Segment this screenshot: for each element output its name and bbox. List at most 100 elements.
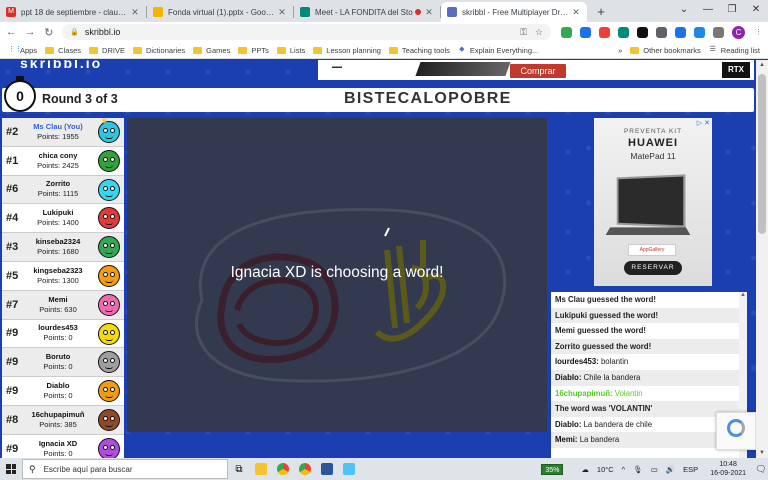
taskbar-search[interactable]: ⚲ Escribe aquí para buscar bbox=[22, 459, 228, 479]
weather-icon[interactable]: ☁ bbox=[581, 465, 589, 474]
language-indicator[interactable]: ESP bbox=[683, 465, 698, 474]
page-scrollbar[interactable]: ▲ ▼ bbox=[756, 60, 768, 458]
ad-reserve-button[interactable]: RESERVAR bbox=[624, 261, 682, 275]
chat-text: La bandera bbox=[579, 435, 620, 445]
paint-icon[interactable] bbox=[338, 458, 360, 480]
player-row[interactable]: #7 Memi Points: 630 bbox=[2, 290, 124, 320]
player-row[interactable]: #4 Lukipuki Points: 1400 bbox=[2, 204, 124, 234]
scroll-up-icon[interactable]: ▲ bbox=[756, 62, 768, 68]
side-ad[interactable]: ▷ ✕ PREVENTA KIT HUAWEI MatePad 11 AppGa… bbox=[594, 118, 712, 286]
task-view-icon[interactable]: ⧉ bbox=[228, 458, 250, 480]
start-button[interactable] bbox=[0, 458, 22, 480]
bookmark-item[interactable]: Clases bbox=[45, 46, 81, 55]
bookmarks-overflow-button[interactable]: » bbox=[618, 46, 622, 55]
close-tab-icon[interactable]: ✕ bbox=[130, 7, 140, 18]
player-row[interactable]: #9 Boruto Points: 0 bbox=[2, 348, 124, 378]
extension-icon[interactable] bbox=[599, 26, 610, 38]
menu-kebab-icon[interactable]: ⋮ bbox=[753, 27, 764, 38]
battery-indicator[interactable]: 35% bbox=[541, 463, 564, 475]
bookmark-item[interactable]: ⋮⋮ Apps bbox=[8, 46, 37, 55]
extension-icon[interactable] bbox=[580, 26, 591, 38]
top-banner-ad[interactable]: ▬▬ Comprar RTX bbox=[318, 60, 754, 80]
bookmark-item[interactable]: Lesson planning bbox=[313, 46, 381, 55]
ad-buy-button[interactable]: Comprar bbox=[510, 64, 566, 78]
player-row[interactable]: #9 Diablo Points: 0 bbox=[2, 377, 124, 406]
avatar-mouth bbox=[105, 424, 113, 427]
extension-icon[interactable] bbox=[694, 26, 705, 38]
browser-tab[interactable]: skribbl - Free Multiplayer Drawin ✕ bbox=[441, 2, 587, 22]
profile-avatar[interactable]: C bbox=[732, 25, 745, 39]
file-explorer-icon[interactable] bbox=[250, 458, 272, 480]
avatar-eye bbox=[103, 128, 108, 133]
drawing-canvas[interactable]: Ignacia XD is choosing a word! bbox=[127, 118, 547, 432]
avatar-eye bbox=[110, 243, 115, 249]
player-avatar bbox=[98, 293, 120, 316]
chrome-profile-icon[interactable] bbox=[294, 458, 316, 480]
scroll-down-icon[interactable]: ▼ bbox=[756, 450, 768, 456]
word-icon[interactable] bbox=[316, 458, 338, 480]
browser-tab[interactable]: Fonda virtual (1).pptx - Google D ✕ bbox=[147, 2, 293, 22]
avatar-eye bbox=[103, 329, 108, 335]
extension-icon[interactable] bbox=[561, 26, 572, 38]
reload-button[interactable]: ↻ bbox=[41, 26, 56, 39]
bookmark-other[interactable]: Other bookmarks bbox=[630, 46, 701, 55]
new-tab-button[interactable]: + bbox=[593, 4, 609, 20]
bookmark-item[interactable]: ◆ Explain Everything... bbox=[458, 46, 538, 55]
taskbar-clock[interactable]: 10:48 16-09-2021 bbox=[710, 460, 746, 478]
player-row[interactable]: #2 Ms Clau (You) Points: 1955 ♛ bbox=[2, 118, 124, 147]
player-points: Points: 1680 bbox=[37, 247, 79, 257]
bookmark-item[interactable]: Dictionaries bbox=[132, 46, 185, 55]
chevron-down-icon[interactable]: ⌄ bbox=[672, 0, 696, 22]
extension-icon[interactable] bbox=[618, 26, 629, 38]
lock-icon[interactable]: 🔒 bbox=[70, 28, 79, 36]
puzzle-icon[interactable] bbox=[713, 26, 724, 38]
bookmark-item[interactable]: PPTs bbox=[238, 46, 269, 55]
player-row[interactable]: #3 kinseba2324 Points: 1680 bbox=[2, 233, 124, 262]
recaptcha-badge[interactable] bbox=[716, 412, 756, 450]
player-row[interactable]: #9 lourdes453 Points: 0 bbox=[2, 319, 124, 349]
bookmark-item[interactable]: Teaching tools bbox=[388, 46, 450, 55]
player-row[interactable]: #8 16chupapimuñ Points: 385 bbox=[2, 405, 124, 435]
close-tab-icon[interactable]: ✕ bbox=[571, 7, 581, 18]
extension-icon[interactable] bbox=[637, 26, 648, 38]
folder-icon bbox=[388, 46, 398, 54]
star-icon[interactable]: ☆ bbox=[535, 27, 543, 38]
chrome-icon[interactable] bbox=[272, 458, 294, 480]
tray-chevron-icon[interactable]: ^ bbox=[622, 465, 626, 474]
close-tab-icon[interactable]: ✕ bbox=[277, 7, 287, 18]
network-icon[interactable]: ▭ bbox=[651, 465, 658, 474]
ad-close-icon[interactable]: ▷ ✕ bbox=[697, 119, 710, 127]
player-row[interactable]: #1 chica cony Points: 2425 bbox=[2, 146, 124, 176]
close-window-button[interactable]: ✕ bbox=[744, 0, 768, 22]
bookmark-label: Games bbox=[206, 45, 231, 55]
address-bar[interactable]: 🔒 skribbl.io ⚿ ☆ bbox=[62, 24, 551, 40]
forward-button[interactable]: → bbox=[23, 26, 38, 38]
notification-icon[interactable]: 🗨 bbox=[754, 464, 768, 475]
player-row[interactable]: #6 Zorrito Points: 1115 bbox=[2, 175, 124, 205]
avatar-eye bbox=[103, 271, 108, 277]
folder-icon bbox=[45, 46, 55, 54]
extension-icon[interactable] bbox=[675, 26, 686, 38]
reading-list-button[interactable]: ☰ Reading list bbox=[709, 46, 760, 55]
folder-icon bbox=[193, 46, 203, 54]
scroll-thumb[interactable] bbox=[758, 74, 766, 234]
close-tab-icon[interactable]: ✕ bbox=[424, 7, 434, 18]
bookmark-item[interactable]: DRIVE bbox=[89, 46, 125, 55]
bookmark-item[interactable]: Games bbox=[193, 46, 230, 55]
back-button[interactable]: ← bbox=[4, 26, 19, 38]
player-row[interactable]: #5 kingseba2323 Points: 1300 bbox=[2, 261, 124, 291]
maximize-button[interactable]: ❐ bbox=[720, 0, 744, 22]
volume-icon[interactable]: 🔊 bbox=[666, 465, 675, 474]
minimize-button[interactable]: — bbox=[696, 0, 720, 22]
key-icon[interactable]: ⚿ bbox=[520, 27, 527, 38]
favicon-icon bbox=[447, 7, 457, 17]
weather-temp[interactable]: 10°C bbox=[597, 465, 614, 474]
extension-icon[interactable] bbox=[656, 26, 667, 38]
player-row[interactable]: #9 Ignacia XD Points: 0 bbox=[2, 434, 124, 458]
avatar-eye bbox=[103, 156, 108, 162]
bookmark-item[interactable]: Lists bbox=[276, 46, 305, 55]
browser-tab[interactable]: Meet - LA FONDITA del Sto ✕ bbox=[294, 2, 440, 22]
browser-tab[interactable]: Mppt 18 de septiembre - claudia.a ✕ bbox=[0, 2, 146, 22]
microphone-icon[interactable]: 🎙 bbox=[633, 465, 643, 474]
scroll-up-icon[interactable]: ▲ bbox=[740, 292, 746, 298]
